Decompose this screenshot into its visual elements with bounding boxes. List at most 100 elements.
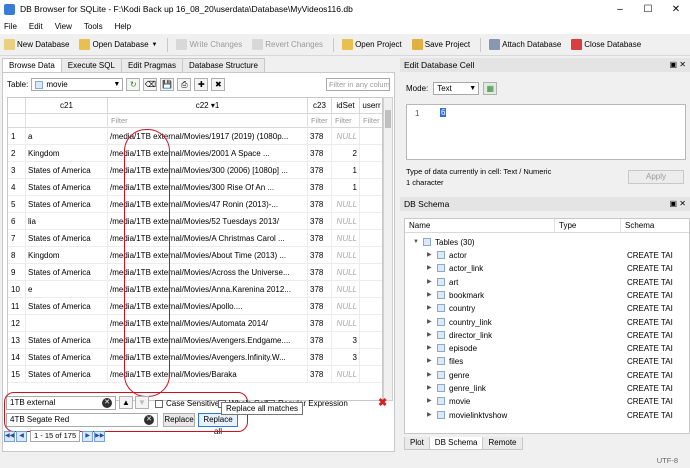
cell-userrating[interactable] xyxy=(360,264,382,281)
apply-button[interactable]: Apply xyxy=(628,170,684,184)
tree-node-table[interactable]: ▶ country_link CREATE TAI xyxy=(405,316,689,329)
dock-buttons[interactable]: ▣ ✕ xyxy=(670,58,686,72)
cell-userrating[interactable] xyxy=(360,298,382,315)
cell-idset[interactable]: NULL xyxy=(332,264,360,281)
grid-vertical-scrollbar[interactable] xyxy=(383,97,393,401)
cell-userrating[interactable] xyxy=(360,247,382,264)
save-project-button[interactable]: Save Project xyxy=(411,39,470,50)
attach-database-button[interactable]: Attach Database xyxy=(489,39,561,50)
cell-c22[interactable]: /media/1TB external/Movies/Baraka xyxy=(108,366,308,383)
cell-idset[interactable]: NULL xyxy=(332,366,360,383)
tree-node-table[interactable]: ▶ movielinktvshow CREATE TAI xyxy=(405,409,689,422)
insert-record-button[interactable]: ✚ xyxy=(194,78,209,91)
go-first-button[interactable]: ◀◀ xyxy=(4,430,15,442)
schema-header-type[interactable]: Type xyxy=(555,219,621,233)
cell-c22[interactable]: /media/1TB external/Movies/Avengers.Infi… xyxy=(108,349,308,366)
cell-c21[interactable]: Kingdom xyxy=(26,145,108,162)
tree-node-table[interactable]: ▶ country CREATE TAI xyxy=(405,302,689,315)
open-project-button[interactable]: Open Project xyxy=(342,39,402,50)
db-schema-tree[interactable]: Name Type Schema ▼ Tables (30) ▶ actor CRE… xyxy=(404,218,690,434)
mode-select[interactable]: Text ▼ xyxy=(433,82,480,95)
cell-idset[interactable]: NULL xyxy=(332,230,360,247)
cell-userrating[interactable] xyxy=(360,213,382,230)
replace-input[interactable]: 4TB Segate Red xyxy=(6,413,158,427)
scrollbar-thumb[interactable] xyxy=(385,110,391,128)
revert-changes-button[interactable]: Revert Changes xyxy=(252,39,323,50)
cell-idset[interactable]: 1 xyxy=(332,179,360,196)
cell-c21[interactable]: a xyxy=(26,128,108,145)
cell-c21[interactable]: States of America xyxy=(26,179,108,196)
cell-c22[interactable]: /media/1TB external/Movies/2001 A Space … xyxy=(108,145,308,162)
tree-node-table[interactable]: ▶ files CREATE TAI xyxy=(405,355,689,368)
filter-any-column-input[interactable]: Filter in any column xyxy=(326,78,390,91)
cell-c21[interactable]: States of America xyxy=(26,196,108,213)
clear-filters-button[interactable]: ⌫ xyxy=(143,78,158,91)
cell-c23[interactable]: 378 xyxy=(308,196,332,213)
cell-c22[interactable]: /media/1TB external/Movies/About Time (2… xyxy=(108,247,308,264)
cell-c22[interactable]: /media/1TB external/Movies/47 Ronin (201… xyxy=(108,196,308,213)
menu-edit[interactable]: Edit xyxy=(29,22,43,31)
refresh-button[interactable]: ↻ xyxy=(126,78,141,91)
cell-c23[interactable]: 378 xyxy=(308,162,332,179)
tab-execute-sql[interactable]: Execute SQL xyxy=(60,58,122,72)
go-previous-button[interactable]: ◀ xyxy=(16,430,27,442)
table-select[interactable]: movie ▼ xyxy=(31,78,124,91)
cell-idset[interactable]: NULL xyxy=(332,196,360,213)
tree-node-table[interactable]: ▶ bookmark CREATE TAI xyxy=(405,289,689,302)
filter-cell-idset[interactable]: Filter xyxy=(332,114,360,128)
data-grid[interactable]: c21 c22 ▾1 c23 idSet userr Filter Filter… xyxy=(7,97,383,401)
cell-userrating[interactable] xyxy=(360,179,382,196)
cell-c23[interactable]: 378 xyxy=(308,145,332,162)
delete-record-button[interactable]: ✖ xyxy=(211,78,226,91)
cell-c23[interactable]: 378 xyxy=(308,247,332,264)
filter-cell-c21[interactable] xyxy=(26,114,108,128)
cell-userrating[interactable] xyxy=(360,349,382,366)
tab-edit-pragmas[interactable]: Edit Pragmas xyxy=(120,58,183,72)
go-last-button[interactable]: ▶▶ xyxy=(94,430,106,442)
menu-file[interactable]: File xyxy=(4,22,17,31)
menu-help[interactable]: Help xyxy=(115,22,131,31)
cell-idset[interactable]: NULL xyxy=(332,247,360,264)
cell-idset[interactable]: NULL xyxy=(332,298,360,315)
cell-c21[interactable]: Kingdom xyxy=(26,247,108,264)
cell-idset[interactable]: 1 xyxy=(332,162,360,179)
tab-browse-data[interactable]: Browse Data xyxy=(2,58,62,73)
cell-c23[interactable]: 378 xyxy=(308,298,332,315)
tree-node-table[interactable]: ▶ genre CREATE TAI xyxy=(405,369,689,382)
cell-c23[interactable]: 378 xyxy=(308,128,332,145)
cell-userrating[interactable] xyxy=(360,366,382,383)
cell-c23[interactable]: 378 xyxy=(308,179,332,196)
cell-userrating[interactable] xyxy=(360,315,382,332)
close-find-bar-icon[interactable]: ✖ xyxy=(378,396,387,409)
cell-c22[interactable]: /media/1TB external/Movies/Anna.Karenina… xyxy=(108,281,308,298)
cell-idset[interactable]: 3 xyxy=(332,332,360,349)
cell-c21[interactable] xyxy=(26,315,108,332)
filter-cell-c22[interactable]: Filter xyxy=(108,114,308,128)
cell-c21[interactable]: States of America xyxy=(26,230,108,247)
column-header-idset[interactable]: idSet xyxy=(332,98,360,114)
minimize-button[interactable]: – xyxy=(606,0,634,18)
cell-c21[interactable]: e xyxy=(26,281,108,298)
editor-value[interactable]: 6 xyxy=(440,108,447,117)
cell-userrating[interactable] xyxy=(360,332,382,349)
cell-c22[interactable]: /media/1TB external/Movies/300 (2006) [1… xyxy=(108,162,308,179)
maximize-button[interactable]: ☐ xyxy=(634,0,662,18)
cell-c21[interactable]: States of America xyxy=(26,162,108,179)
cell-idset[interactable]: NULL xyxy=(332,315,360,332)
cell-c23[interactable]: 378 xyxy=(308,366,332,383)
filter-cell-c23[interactable]: Filter xyxy=(308,114,332,128)
cell-c23[interactable]: 378 xyxy=(308,349,332,366)
new-database-button[interactable]: New Database xyxy=(4,39,69,50)
clear-replace-icon[interactable]: ✕ xyxy=(144,415,154,425)
column-header-userrating[interactable]: userr xyxy=(360,98,382,114)
tree-node-table[interactable]: ▶ episode CREATE TAI xyxy=(405,342,689,355)
tab-database-structure[interactable]: Database Structure xyxy=(181,58,265,72)
find-previous-button[interactable]: ▲ xyxy=(119,396,133,409)
tree-node-table[interactable]: ▶ movie CREATE TAI xyxy=(405,395,689,408)
cell-c21[interactable]: States of America xyxy=(26,298,108,315)
menu-view[interactable]: View xyxy=(55,22,72,31)
cell-c21[interactable]: States of America xyxy=(26,349,108,366)
cell-c21[interactable]: States of America xyxy=(26,332,108,349)
cell-c21[interactable]: lia xyxy=(26,213,108,230)
cell-userrating[interactable] xyxy=(360,145,382,162)
